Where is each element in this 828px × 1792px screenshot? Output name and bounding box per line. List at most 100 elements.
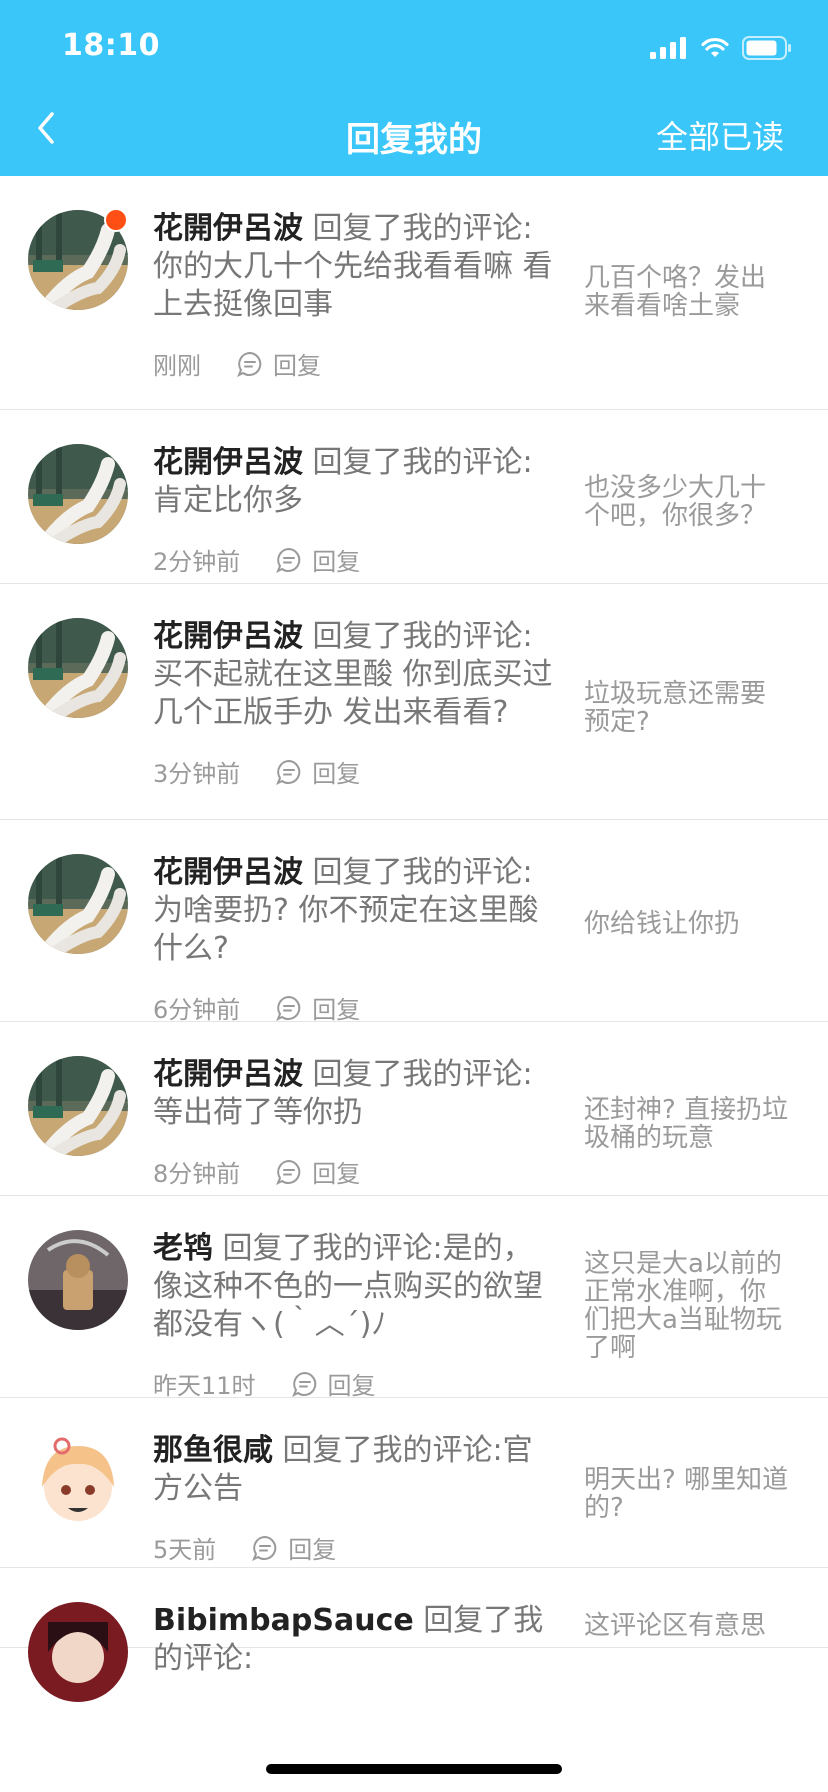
- reply-meta: 刚刚 回复: [153, 346, 553, 381]
- action-text: 回复了我的评论:: [282, 1433, 503, 1468]
- avatar[interactable]: [28, 854, 128, 954]
- avatar[interactable]: [28, 444, 128, 544]
- user-name[interactable]: 花開伊呂波: [153, 855, 303, 890]
- avatar[interactable]: [28, 1602, 128, 1702]
- original-comment[interactable]: 这评论区有意思: [584, 1612, 790, 1640]
- reply-content: 那鱼很咸 回复了我的评论:官方公告 5天前 回复: [153, 1432, 553, 1565]
- reply-text: 花開伊呂波 回复了我的评论: 肯定比你多: [153, 444, 553, 520]
- reply-button[interactable]: 回复: [276, 1154, 360, 1189]
- comment-bubble-icon: [276, 547, 301, 573]
- user-name[interactable]: 花開伊呂波: [153, 619, 303, 654]
- comment-bubble-icon: [252, 1535, 277, 1561]
- reply-button[interactable]: 回复: [276, 754, 360, 789]
- original-comment[interactable]: 几百个咯？发出来看看啥土豪: [584, 264, 790, 320]
- user-name[interactable]: BibimbapSauce: [153, 1603, 414, 1638]
- reply-content: 花開伊呂波 回复了我的评论:买不起就在这里酸 你到底买过几个正版手办 发出来看看…: [153, 618, 553, 789]
- reply-label: 回复: [312, 548, 361, 576]
- original-comment[interactable]: 这只是大a以前的正常水准啊，你们把大a当耻物玩了啊: [584, 1250, 790, 1362]
- reply-button[interactable]: 回复: [252, 1530, 336, 1565]
- action-text: 回复了我的评论:: [312, 1057, 533, 1092]
- cellular-signal-icon: [650, 37, 686, 59]
- original-comment[interactable]: 还封神? 直接扔垃圾桶的玩意: [584, 1096, 790, 1152]
- action-text: 回复了我的评论:: [312, 619, 533, 654]
- reply-label: 回复: [327, 1372, 376, 1400]
- avatar[interactable]: [28, 1056, 128, 1156]
- user-name[interactable]: 老鸨: [153, 1231, 213, 1266]
- reply-label: 回复: [273, 352, 321, 380]
- timestamp: 2分钟前: [153, 548, 241, 576]
- mark-all-read-button[interactable]: 全部已读: [656, 112, 784, 158]
- reply-content: 花開伊呂波 回复了我的评论:等出荷了等你扔 8分钟前 回复: [153, 1056, 553, 1189]
- comment-bubble-icon: [237, 351, 262, 377]
- reply-text: BibimbapSauce 回复了我的评论:: [153, 1602, 553, 1678]
- reply-text: 花開伊呂波 回复了我的评论:买不起就在这里酸 你到底买过几个正版手办 发出来看看…: [153, 618, 553, 732]
- original-comment[interactable]: 垃圾玩意还需要预定?: [584, 680, 790, 736]
- user-name[interactable]: 花開伊呂波: [153, 1057, 303, 1092]
- reply-label: 回复: [312, 760, 361, 788]
- reply-meta: 3分钟前 回复: [153, 754, 553, 789]
- action-text: 回复了我的评论:: [312, 855, 533, 890]
- timestamp: 8分钟前: [153, 1160, 241, 1188]
- reply-meta: 2分钟前 回复: [153, 542, 553, 577]
- list-item[interactable]: 那鱼很咸 回复了我的评论:官方公告 5天前 回复 明天出? 哪里知道的?: [0, 1398, 828, 1568]
- list-item[interactable]: 花開伊呂波 回复了我的评论:买不起就在这里酸 你到底买过几个正版手办 发出来看看…: [0, 584, 828, 820]
- comment-body: 买不起就在这里酸 你到底买过几个正版手办 发出来看看?: [153, 657, 553, 730]
- list-item[interactable]: 花開伊呂波 回复了我的评论: 肯定比你多 2分钟前 回复 也没多少大几十个吧，你很多？: [0, 410, 828, 584]
- user-name[interactable]: 花開伊呂波: [153, 211, 303, 246]
- reply-content: 花開伊呂波 回复了我的评论:为啥要扔? 你不预定在这里酸什么? 6分钟前 回复: [153, 854, 553, 1025]
- comment-bubble-icon: [276, 1159, 301, 1185]
- user-name[interactable]: 花開伊呂波: [153, 445, 303, 480]
- reply-content: 花開伊呂波 回复了我的评论:你的大几十个先给我看看嘛 看上去挺像回事刚刚 回复: [153, 210, 553, 381]
- reply-text: 花開伊呂波 回复了我的评论:等出荷了等你扔: [153, 1056, 553, 1132]
- comment-body: 你的大几十个先给我看看嘛 看上去挺像回事: [153, 249, 553, 322]
- user-name[interactable]: 那鱼很咸: [153, 1433, 273, 1468]
- reply-meta: 5天前 回复: [153, 1530, 553, 1565]
- wifi-icon: [701, 37, 729, 57]
- comment-bubble-icon: [276, 759, 301, 785]
- comment-bubble-icon: [276, 995, 301, 1021]
- original-comment[interactable]: 也没多少大几十个吧，你很多？: [584, 474, 790, 530]
- reply-button[interactable]: 回复: [291, 1366, 376, 1401]
- status-time: 18:10: [62, 28, 160, 63]
- reply-content: BibimbapSauce 回复了我的评论:: [153, 1602, 553, 1678]
- reply-text: 那鱼很咸 回复了我的评论:官方公告: [153, 1432, 553, 1508]
- reply-text: 花開伊呂波 回复了我的评论:你的大几十个先给我看看嘛 看上去挺像回事: [153, 210, 553, 324]
- unread-dot: [104, 208, 128, 232]
- avatar[interactable]: [28, 618, 128, 718]
- home-indicator: [266, 1764, 562, 1774]
- reply-label: 回复: [312, 1160, 361, 1188]
- avatar[interactable]: [28, 1230, 128, 1330]
- reply-text: 老鸨 回复了我的评论:是的，像这种不色的一点购买的欲望都没有ヽ(｀︿´)ﾉ: [153, 1230, 553, 1344]
- header: 18:10 回复我的 全部已读: [0, 0, 828, 176]
- original-comment[interactable]: 明天出? 哪里知道的?: [584, 1466, 790, 1522]
- timestamp: 昨天11时: [153, 1372, 256, 1400]
- timestamp: 3分钟前: [153, 760, 241, 788]
- action-text: 回复了我的评论:: [312, 445, 533, 480]
- action-text: 回复了我的评论:: [312, 211, 533, 246]
- original-comment[interactable]: 你给钱让你扔: [584, 910, 790, 938]
- reply-meta: 昨天11时 回复: [153, 1366, 553, 1401]
- reply-button[interactable]: 回复: [237, 346, 321, 381]
- reply-content: 花開伊呂波 回复了我的评论: 肯定比你多 2分钟前 回复: [153, 444, 553, 577]
- avatar[interactable]: [28, 1432, 128, 1532]
- reply-meta: 8分钟前 回复: [153, 1154, 553, 1189]
- reply-meta: 6分钟前 回复: [153, 990, 553, 1025]
- reply-label: 回复: [288, 1536, 337, 1564]
- list-item[interactable]: 老鸨 回复了我的评论:是的，像这种不色的一点购买的欲望都没有ヽ(｀︿´)ﾉ 昨天1…: [0, 1196, 828, 1401]
- timestamp: 6分钟前: [153, 996, 241, 1024]
- list-item[interactable]: 花開伊呂波 回复了我的评论:为啥要扔? 你不预定在这里酸什么? 6分钟前 回复 你给钱…: [0, 820, 828, 1025]
- list-item[interactable]: 花開伊呂波 回复了我的评论:你的大几十个先给我看看嘛 看上去挺像回事刚刚 回复 几百…: [0, 176, 828, 410]
- reply-button[interactable]: 回复: [276, 990, 360, 1025]
- list-item[interactable]: BibimbapSauce 回复了我的评论: 这评论区有意思: [0, 1568, 828, 1702]
- timestamp: 刚刚: [153, 352, 201, 380]
- reply-list: 花開伊呂波 回复了我的评论:你的大几十个先给我看看嘛 看上去挺像回事 刚刚 回复 几百…: [0, 176, 828, 1702]
- reply-content: 老鸨 回复了我的评论:是的，像这种不色的一点购买的欲望都没有ヽ(｀︿´)ﾉ 昨天1…: [153, 1230, 553, 1401]
- list-item[interactable]: 花開伊呂波 回复了我的评论:等出荷了等你扔 8分钟前 回复 还封神? 直接扔垃圾桶的玩…: [0, 1022, 828, 1196]
- battery-icon: [742, 36, 791, 60]
- comment-body: 为啥要扔? 你不预定在这里酸什么?: [153, 893, 539, 966]
- reply-label: 回复: [312, 996, 361, 1024]
- action-text: 回复了我的评论:: [222, 1231, 443, 1266]
- timestamp: 5天前: [153, 1536, 217, 1564]
- reply-text: 花開伊呂波 回复了我的评论:为啥要扔? 你不预定在这里酸什么?: [153, 854, 553, 968]
- reply-button[interactable]: 回复: [276, 542, 360, 577]
